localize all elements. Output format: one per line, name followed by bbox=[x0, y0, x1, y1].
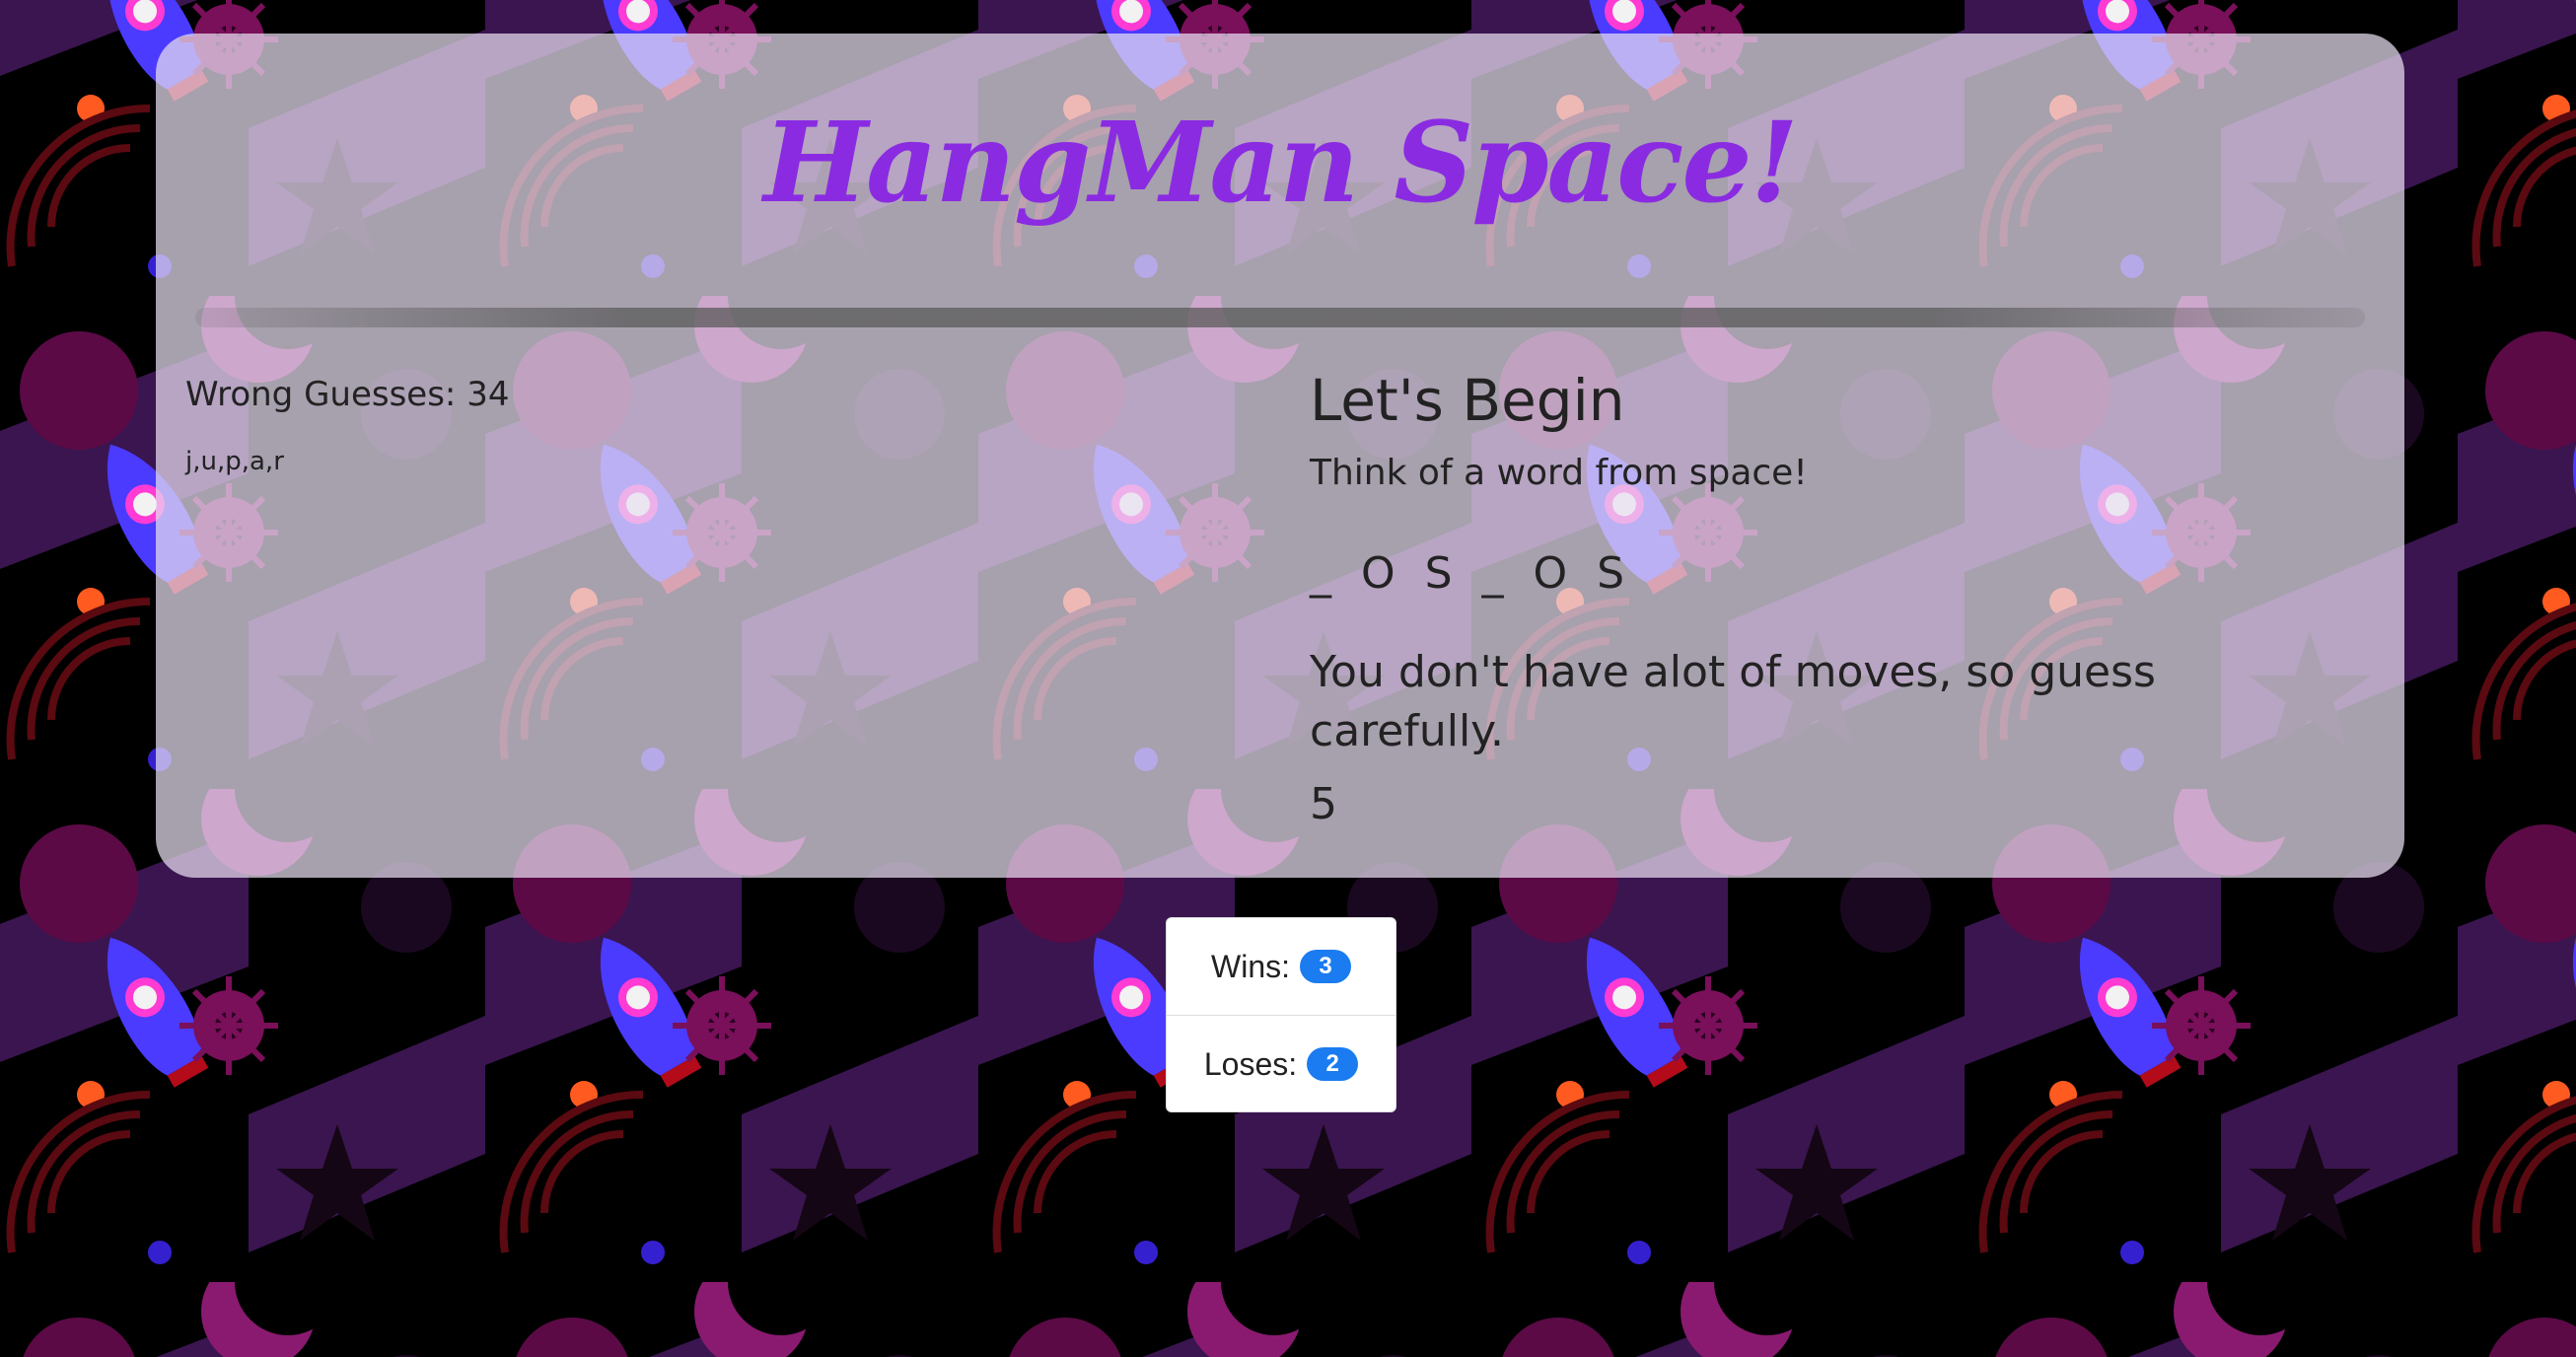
moves-warning: You don't have alot of moves, so guess c… bbox=[1310, 647, 2156, 756]
loses-count-badge: 2 bbox=[1307, 1047, 1359, 1081]
word-display: _ O S _ O S bbox=[1310, 548, 1633, 599]
wins-row: Wins: 3 bbox=[1167, 918, 1395, 1015]
page-title: HangMan Space! bbox=[763, 99, 1798, 228]
loses-row: Loses: 2 bbox=[1167, 1015, 1395, 1111]
loses-label: Loses: bbox=[1203, 1045, 1298, 1082]
wrong-guesses-label: Wrong Guesses: 34 bbox=[185, 375, 510, 414]
wins-count-badge: 3 bbox=[1300, 950, 1351, 983]
divider bbox=[195, 308, 2365, 327]
game-prompt: Think of a word from space! bbox=[1310, 453, 1808, 493]
game-heading: Let's Begin bbox=[1310, 367, 1625, 434]
game-status-panel: Let's Begin Think of a word from space! … bbox=[1310, 365, 2335, 834]
game-panel: HangMan Space! Wrong Guesses: 34 j,u,p,a… bbox=[156, 34, 2404, 878]
wrong-guesses-panel: Wrong Guesses: 34 j,u,p,a,r bbox=[185, 371, 509, 481]
wins-label: Wins: bbox=[1211, 948, 1290, 984]
wrong-guesses-letters: j,u,p,a,r bbox=[185, 447, 284, 476]
score-list: Wins: 3 Loses: 2 bbox=[1166, 917, 1396, 1112]
moves-remaining: 5 bbox=[1310, 779, 1337, 829]
